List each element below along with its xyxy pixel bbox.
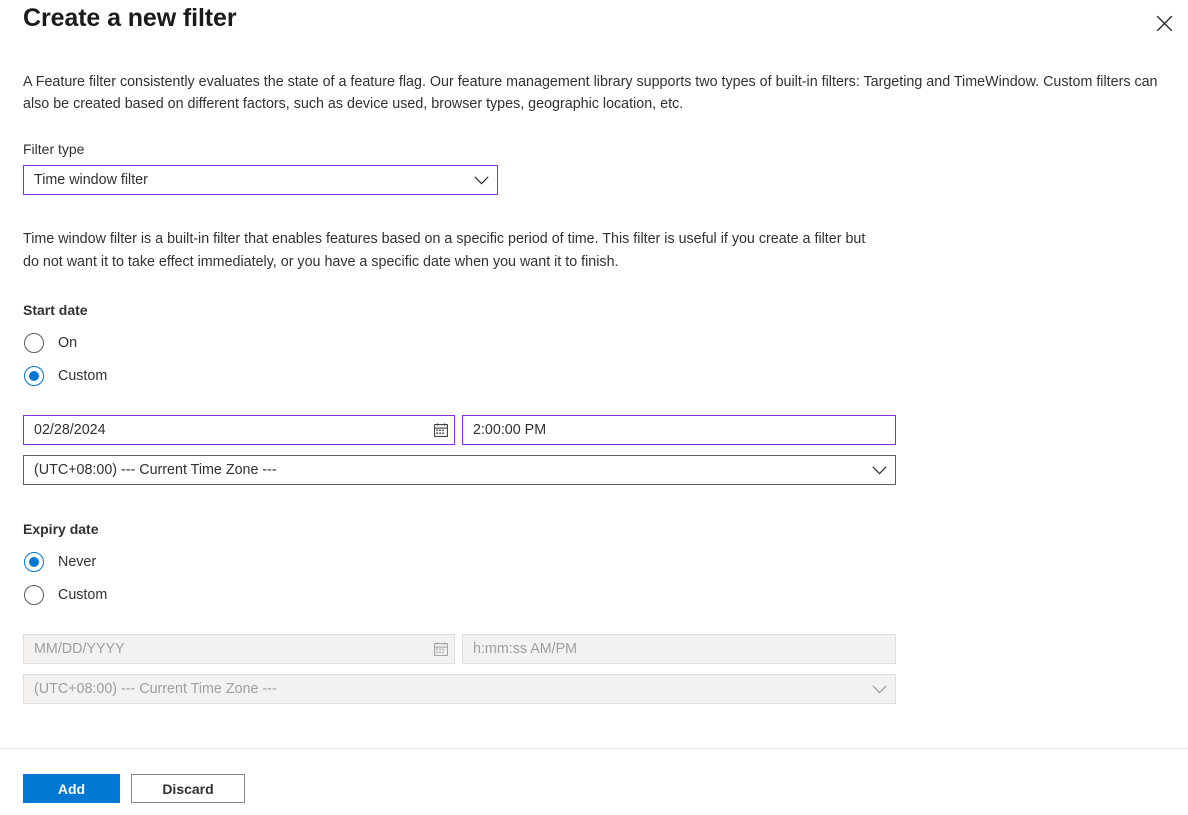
start-timezone-dropdown[interactable]: (UTC+08:00) --- Current Time Zone --- [23, 455, 896, 485]
radio-label: Custom [58, 587, 108, 603]
calendar-icon[interactable] [434, 423, 448, 437]
start-time-input[interactable]: 2:00:00 PM [462, 415, 896, 445]
chevron-down-icon [872, 465, 887, 474]
calendar-icon [434, 642, 448, 656]
start-time-value: 2:00:00 PM [473, 422, 547, 438]
filter-type-value: Time window filter [34, 172, 148, 188]
expiry-date-label: Expiry date [23, 521, 99, 537]
radio-mark [24, 366, 44, 386]
radio-label: On [58, 335, 78, 351]
create-filter-panel: Create a new filter A Feature filter con… [0, 0, 1188, 815]
radio-mark [24, 333, 44, 353]
start-date-radio-custom[interactable]: Custom [24, 365, 107, 387]
add-button[interactable]: Add [23, 774, 120, 803]
start-timezone-value: (UTC+08:00) --- Current Time Zone --- [34, 462, 277, 478]
expiry-time-input: h:mm:ss AM/PM [462, 634, 896, 664]
radio-label: Custom [58, 368, 108, 384]
panel-description: A Feature filter consistently evaluates … [23, 74, 1158, 112]
start-date-value: 02/28/2024 [34, 422, 106, 438]
chevron-down-icon [474, 175, 489, 184]
close-glyph [1156, 15, 1172, 31]
start-date-radio-on[interactable]: On [24, 332, 77, 354]
filter-type-description: Time window filter is a built-in filter … [23, 231, 866, 270]
radio-mark [24, 585, 44, 605]
start-date-label: Start date [23, 302, 88, 318]
expiry-date-radio-custom[interactable]: Custom [24, 584, 107, 606]
expiry-date-placeholder: MM/DD/YYYY [34, 641, 125, 657]
expiry-timezone-value: (UTC+08:00) --- Current Time Zone --- [34, 681, 277, 697]
chevron-down-icon [872, 684, 887, 693]
filter-type-label: Filter type [23, 141, 85, 157]
close-icon[interactable] [1148, 8, 1180, 38]
footer-divider [0, 748, 1188, 749]
filter-type-dropdown[interactable]: Time window filter [23, 165, 498, 195]
discard-button[interactable]: Discard [131, 774, 245, 803]
expiry-date-input: MM/DD/YYYY [23, 634, 455, 664]
expiry-timezone-dropdown: (UTC+08:00) --- Current Time Zone --- [23, 674, 896, 704]
start-date-input[interactable]: 02/28/2024 [23, 415, 455, 445]
expiry-time-placeholder: h:mm:ss AM/PM [473, 641, 578, 657]
expiry-date-radio-never[interactable]: Never [24, 551, 96, 573]
radio-mark [24, 552, 44, 572]
radio-label: Never [58, 554, 97, 570]
page-title: Create a new filter [23, 4, 237, 32]
